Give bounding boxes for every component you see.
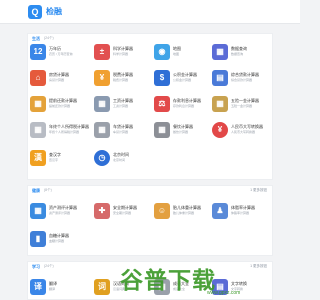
section-health: 健康 (8个) 1 更多按钮 ▦ 资产测评计算器 资产测评计算器 ✚ 安全期计算… [27, 185, 273, 256]
tool-bodyfat-calculator[interactable]: ♟ 体脂率计算器 体脂率计算器 [212, 201, 268, 223]
dollar-icon: $ [154, 70, 170, 86]
watermark-url: www.gpxz.com [207, 290, 241, 296]
tool-map[interactable]: ◉ 地图 地图 [154, 42, 210, 64]
bodyfat-icon: ♟ [212, 203, 228, 219]
rmb-icon: ¥ [212, 122, 228, 138]
dictionary-icon: 词 [94, 279, 110, 295]
tool-desc: 资产测评计算器 [49, 211, 71, 215]
tool-desc: 餐饮计算器 [173, 130, 189, 134]
tool-fund-calculator[interactable]: $ 公积金计算器 公积金计算器 [154, 68, 210, 90]
tool-tax-calculator[interactable]: ¥ 税费计算器 税费计算器 [94, 68, 150, 90]
repay-calculator-icon: ▦ [30, 96, 46, 112]
tool-insurance-calculator[interactable]: ▦ 五险一金计算器 五险一金计算器 [212, 94, 268, 116]
tool-desc: 胎儿体重计算器 [173, 211, 195, 215]
tool-salary-calculator[interactable]: ▦ 工资计算器 工资计算器 [94, 94, 150, 116]
tool-desc: 工资计算器 [113, 104, 129, 108]
tax-calculator-icon: ¥ [94, 70, 110, 86]
calculator-icon: ± [94, 44, 110, 60]
tool-desc: 公积金计算器 [173, 78, 192, 82]
app-title[interactable]: 检融 [46, 6, 62, 17]
tool-desc: 人民币大写转换器 [231, 130, 256, 134]
tool-desc: 存款利息计算器 [173, 104, 195, 108]
tool-desc: 税费计算器 [113, 78, 129, 82]
more-link[interactable]: 1 更多按钮 [250, 264, 267, 269]
tool-desc: 五险一金计算器 [231, 104, 253, 108]
tool-desc: 车贷计算器 [113, 130, 129, 134]
tool-mortgage-calculator[interactable]: ⌂ 房贷计算器 房贷计算器 [30, 68, 86, 90]
top-bar: Q 检融 [0, 0, 300, 24]
deposit-icon: ⚖ [154, 96, 170, 112]
section-count: (24个) [44, 36, 54, 40]
tool-desc: 房贷计算器 [49, 78, 65, 82]
tool-scientific-calculator[interactable]: ± 科学计算器 科学计算器 [94, 42, 150, 64]
tool-baby-weight-calculator[interactable]: ☺ 胎儿体重计算器 胎儿体重计算器 [154, 201, 210, 223]
tool-beijing-time[interactable]: ◷ 北京时间 北京时间 [94, 148, 150, 170]
tool-data-query[interactable]: ▦ 数据查询 数据查询 [212, 42, 268, 64]
tool-desc: 年终个人所得税计算器 [49, 130, 80, 134]
house-calculator-icon: ⌂ [30, 70, 46, 86]
section-count: (8个) [44, 188, 52, 192]
insurance-calculator-icon: ▦ [212, 96, 228, 112]
watermark-text: 谷普下载 [120, 267, 216, 293]
tool-desc: 安全期计算器 [113, 211, 132, 215]
tool-desc: 数据查询 [231, 52, 244, 56]
tool-desc: 农历 / 万年历查询 [49, 52, 73, 56]
tool-deposit-calculator[interactable]: ⚖ 存款利息计算器 存款利息计算器 [154, 94, 210, 116]
tool-blood-sugar-calculator[interactable]: ▮ 血糖计算器 血糖计算器 [30, 229, 86, 251]
income-tax-icon: ▦ [30, 122, 46, 138]
tool-loan-calculator[interactable]: ▤ 综合贷款计算器 综合贷款计算器 [212, 68, 268, 90]
tool-calendar[interactable]: 12 万年历 农历 / 万年历查询 [30, 42, 86, 64]
tool-rmb-converter[interactable]: ¥ 人民币大写转换器 人民币大写转换器 [212, 120, 268, 142]
tool-translate[interactable]: 译 翻译 翻译 [30, 277, 86, 299]
tool-hanzi-lookup[interactable]: 漢 查汉字 查汉字 [30, 148, 86, 170]
clock-icon: ◷ [94, 150, 110, 166]
tool-asset-calculator[interactable]: ▦ 资产测评计算器 资产测评计算器 [30, 201, 86, 223]
tool-desc: 查汉字 [49, 158, 59, 162]
car-loan-icon: ▦ [94, 122, 110, 138]
tool-desc: 综合贷款计算器 [231, 78, 253, 82]
tool-car-loan-calculator[interactable]: ▦ 车贷计算器 车贷计算器 [94, 120, 150, 142]
more-link[interactable]: 1 更多按钮 [250, 188, 267, 193]
calendar-icon: 12 [30, 44, 46, 60]
salary-calculator-icon: ▦ [94, 96, 110, 112]
tool-income-tax-calculator[interactable]: ▦ 年终个人所得税计算器 年终个人所得税计算器 [30, 120, 89, 142]
app-logo-icon[interactable]: Q [28, 5, 42, 19]
section-header: 健康 (8个) 1 更多按钮 [28, 186, 272, 197]
loan-calculator-icon: ▤ [212, 70, 228, 86]
tool-dining-calculator[interactable]: ▦ 餐饮计算器 餐饮计算器 [154, 120, 210, 142]
section-count: (24个) [44, 264, 54, 268]
map-icon: ◉ [154, 44, 170, 60]
asset-icon: ▦ [30, 203, 46, 219]
section-title: 健康 [32, 188, 40, 193]
blood-sugar-icon: ▮ [30, 231, 46, 247]
tool-desc: 血糖计算器 [49, 239, 65, 243]
tool-desc: 北京时间 [113, 158, 126, 162]
hanzi-icon: 漢 [30, 150, 46, 166]
baby-icon: ☺ [154, 203, 170, 219]
grid-icon: ▦ [212, 44, 228, 60]
tool-desc: 翻译 [49, 287, 56, 291]
translate-icon: 译 [30, 279, 46, 295]
tool-desc: 提前还款计算器 [49, 104, 71, 108]
tool-desc: 地图 [173, 52, 180, 56]
dining-calculator-icon: ▦ [154, 122, 170, 138]
section-title: 学习 [32, 264, 40, 269]
tool-desc: 体脂率计算器 [231, 211, 250, 215]
tool-prepayment-calculator[interactable]: ▦ 提前还款计算器 提前还款计算器 [30, 94, 86, 116]
section-life: 生活 (24个) 12 万年历 农历 / 万年历查询 ± 科学计算器 科学计算器… [27, 33, 273, 180]
tool-safety-calculator[interactable]: ✚ 安全期计算器 安全期计算器 [94, 201, 150, 223]
watermark: 谷普下载 [120, 266, 216, 293]
safety-icon: ✚ [94, 203, 110, 219]
tool-desc: 科学计算器 [113, 52, 129, 56]
